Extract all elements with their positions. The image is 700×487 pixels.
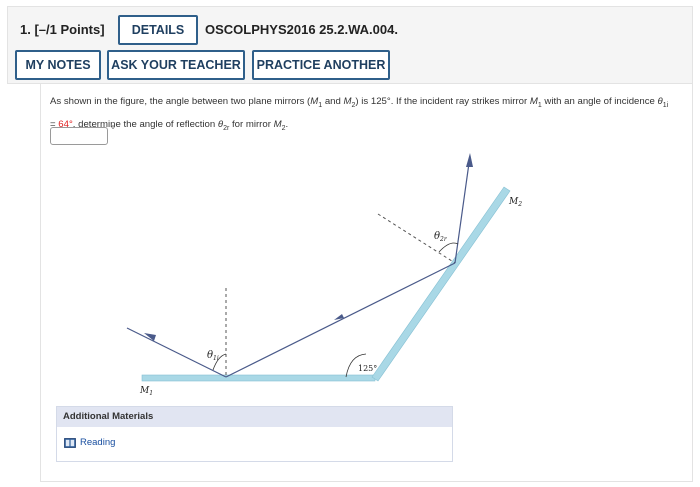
reading-link[interactable]: Reading bbox=[64, 437, 115, 448]
question-header: 1. [–/1 Points] DETAILS OSCOLPHYS2016 25… bbox=[7, 6, 693, 84]
additional-materials-title: Additional Materials bbox=[57, 407, 452, 427]
my-notes-button[interactable]: MY NOTES bbox=[15, 50, 101, 80]
angle-125-label: 125° bbox=[358, 364, 377, 373]
answer-input[interactable] bbox=[50, 127, 108, 145]
mirror-m1 bbox=[141, 374, 376, 382]
practice-another-button[interactable]: PRACTICE ANOTHER bbox=[252, 50, 390, 80]
theta2-arc bbox=[438, 242, 459, 253]
outgoing-arrow bbox=[466, 153, 473, 167]
mirror-figure: θ1i θ2r 125° M1 M2 bbox=[126, 153, 522, 397]
details-button[interactable]: DETAILS bbox=[118, 15, 198, 45]
problem-code: OSCOLPHYS2016 25.2.WA.004. bbox=[205, 22, 398, 37]
ask-teacher-button[interactable]: ASK YOUR TEACHER bbox=[107, 50, 245, 80]
m1-label: M1 bbox=[139, 386, 153, 397]
answer-unit: ° bbox=[111, 125, 115, 136]
theta2-label: θ2r bbox=[434, 231, 448, 243]
additional-materials: Additional Materials Reading bbox=[56, 406, 453, 462]
reading-label[interactable]: Reading bbox=[80, 437, 115, 448]
mirror-m2 bbox=[371, 186, 511, 382]
theta1-label: θ1i bbox=[207, 350, 219, 362]
question-number: 1. [–/1 Points] bbox=[20, 22, 105, 37]
book-icon bbox=[64, 437, 76, 448]
m2-label: M2 bbox=[508, 197, 522, 208]
question-text: As shown in the figure, the angle betwee… bbox=[50, 96, 669, 132]
